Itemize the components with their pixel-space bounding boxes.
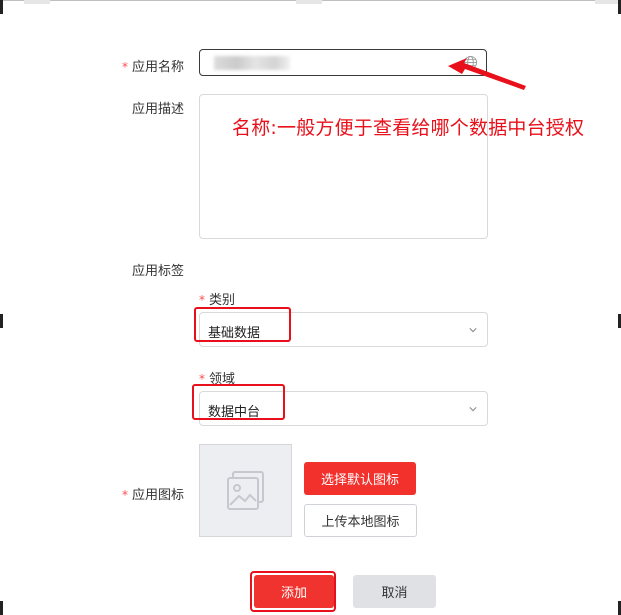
upload-local-icon-button[interactable]: 上传本地图标 [304,504,417,537]
redacted-value [214,56,290,70]
app-desc-label-text: 应用描述 [131,102,184,117]
add-button[interactable]: 添加 [254,575,334,608]
app-icon-label-text: 应用图标 [131,488,184,503]
app-icon-label: * 应用图标 [74,484,184,503]
app-tags-label-text: 应用标签 [131,264,184,279]
annotation-text: 名称:一般方便于查看给哪个数据中台授权 [232,117,585,139]
frame-handle [24,0,50,4]
annotation-arrow [448,58,526,90]
highlight-box [192,384,285,420]
select-default-icon-button[interactable]: 选择默认图标 [304,462,416,495]
frame-handle [296,0,322,4]
frame-tick [0,314,3,328]
required-mark: * [121,60,128,74]
chevron-down-icon[interactable] [469,326,477,334]
image-placeholder-icon [227,471,264,510]
chevron-down-icon[interactable] [469,405,477,413]
frame-tick [0,601,3,615]
app-tags-label: 应用标签 [74,260,184,279]
required-mark: * [199,293,205,307]
icon-preview [199,444,292,537]
app-desc-label: 应用描述 [74,98,184,117]
category-label-text: 类别 [209,293,236,308]
frame-tick [0,0,3,14]
required-mark: * [121,488,128,502]
app-name-label: * 应用名称 [74,56,184,75]
highlight-box [194,307,291,342]
app-name-label-text: 应用名称 [131,60,184,75]
cancel-button[interactable]: 取消 [353,575,436,608]
category-label: * 类别 [199,289,235,308]
